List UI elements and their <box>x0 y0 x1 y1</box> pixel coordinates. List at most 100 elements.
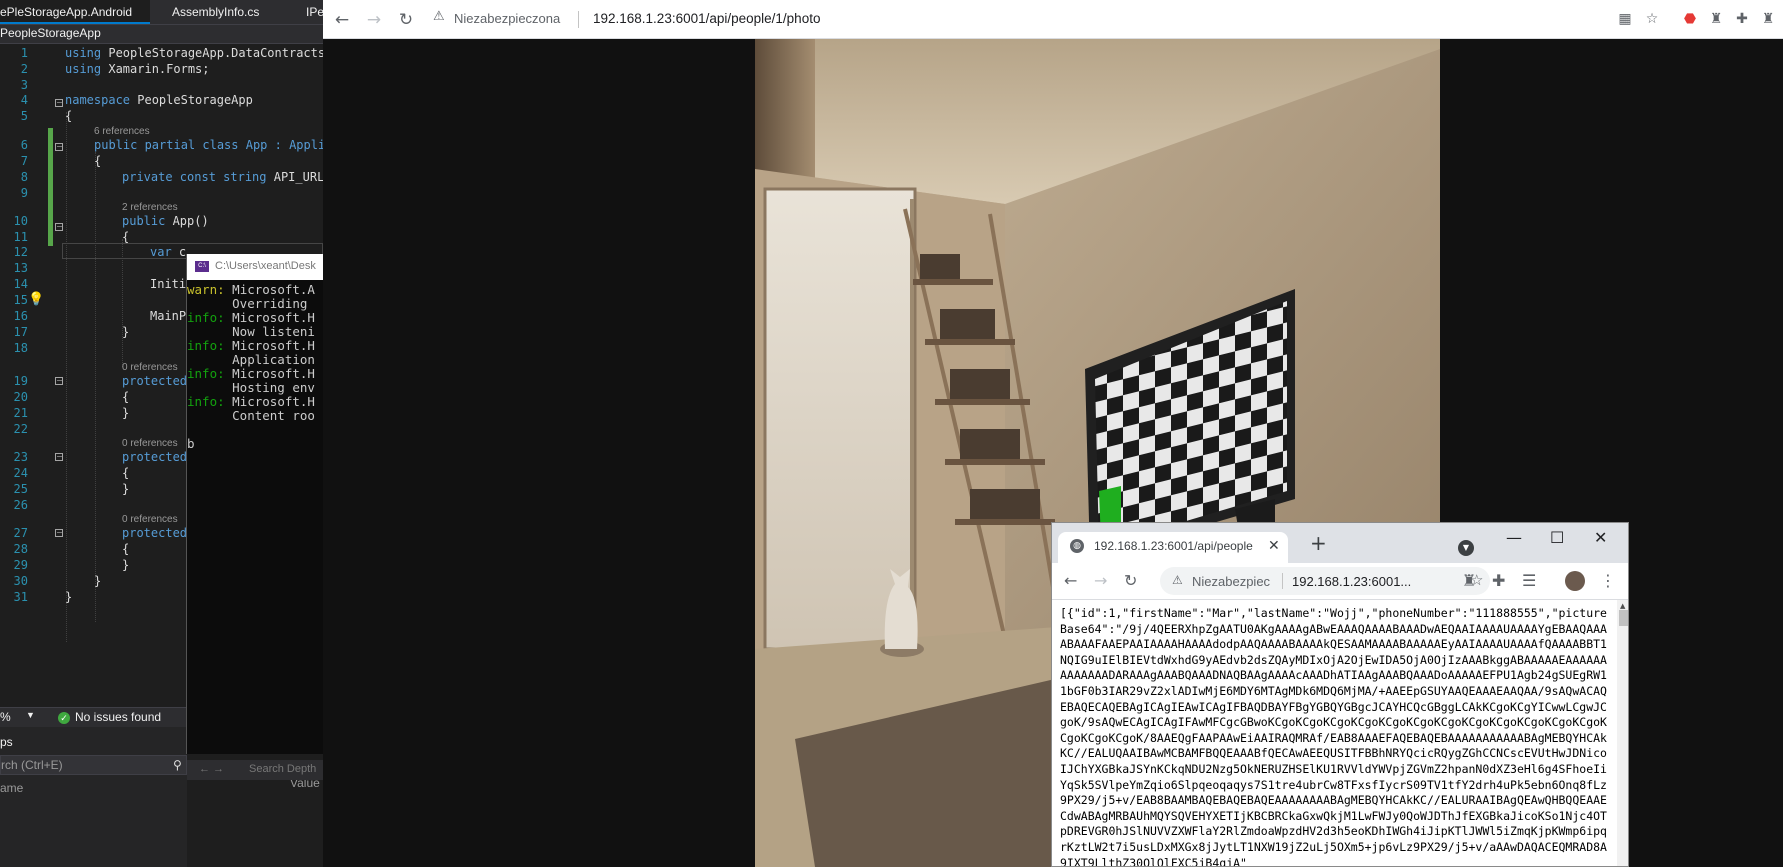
tab-android-project[interactable]: ePleStorageApp.Android <box>0 0 150 24</box>
fold-marker[interactable]: − <box>55 143 63 151</box>
tab-api-people[interactable]: ◍ 192.168.1.23:6001/api/people ✕ <box>1058 532 1288 563</box>
console-window[interactable]: C:\ C:\Users\xeant\Desk warn: Microsoft.… <box>186 254 324 780</box>
search-input[interactable]: rch (Ctrl+E) ⚲ <box>0 755 187 775</box>
line-number: 8 <box>20 170 28 184</box>
fold-marker[interactable]: − <box>55 223 63 231</box>
code-line-12: var c <box>150 245 186 259</box>
codelens-references[interactable]: 0 references <box>122 514 178 525</box>
code-line-11: { <box>122 230 130 244</box>
json-response-view[interactable]: [{"id":1,"firstName":"Mar","lastName":"W… <box>1052 600 1628 866</box>
codelens-references[interactable]: 0 references <box>122 438 178 449</box>
chevron-down-icon[interactable]: ▼ <box>26 710 35 720</box>
bookmark-star-icon[interactable]: ☆ <box>1643 11 1661 27</box>
browser-toolbar: ← → ↻ ⚠ Niezabezpieczona 192.168.1.23:60… <box>323 0 1783 39</box>
issues-status[interactable]: No issues found <box>75 710 161 724</box>
reload-button[interactable]: ↻ <box>395 9 417 31</box>
castle-extension-icon[interactable]: ♜ <box>1707 11 1725 27</box>
code-line-7: { <box>94 154 102 168</box>
code-line-21: } <box>122 406 130 420</box>
reload-button[interactable]: ↻ <box>1124 571 1137 590</box>
warning-icon[interactable]: ⚠ <box>1172 573 1183 587</box>
search-icon[interactable]: ⚲ <box>173 758 182 772</box>
log-level: info: <box>187 366 225 381</box>
tab-ipeople[interactable]: IPe <box>306 0 323 24</box>
line-number: 15 <box>13 293 28 307</box>
zoom-level[interactable]: % <box>0 710 11 724</box>
scrollbar[interactable]: ▲ <box>1617 600 1628 866</box>
console-title-bar[interactable]: C:\ C:\Users\xeant\Desk <box>187 254 324 280</box>
console-line: info: Microsoft.H <box>187 310 315 325</box>
forward-button[interactable]: → <box>363 9 385 31</box>
back-button[interactable]: ← <box>1064 571 1077 590</box>
globe-icon: ◍ <box>1070 539 1084 553</box>
scroll-up-icon[interactable]: ▲ <box>1620 602 1625 610</box>
tab-label: IPe <box>306 5 323 19</box>
check-circle-icon: ✓ <box>58 712 70 724</box>
address-bar[interactable]: ⚠ Niezabezpiec 192.168.1.23:6001... ☆ <box>1160 567 1490 595</box>
url-text[interactable]: 192.168.1.23:6001... <box>1292 574 1411 589</box>
line-number: 6 <box>20 138 28 152</box>
code-text: API_URL <box>266 170 323 184</box>
qr-code-icon[interactable]: ▦ <box>1616 11 1634 27</box>
project-dropdown[interactable]: PeopleStorageApp <box>0 26 101 40</box>
extension-icon[interactable]: ♜ <box>1759 11 1777 27</box>
tab-assemblyinfo[interactable]: AssemblyInfo.cs <box>172 0 272 24</box>
code-line-6: public partial class App : Applic <box>94 138 323 152</box>
keyword: using <box>65 62 102 76</box>
console-cursor: b <box>187 436 195 451</box>
fold-marker[interactable]: − <box>55 377 63 385</box>
code-line-2: using Xamarin.Forms; <box>65 62 210 76</box>
codelens-references[interactable]: 2 references <box>122 202 178 213</box>
maximize-button[interactable]: ☐ <box>1550 528 1564 547</box>
adblock-extension-icon[interactable]: ⬣ <box>1681 11 1699 27</box>
tab-label: ePleStorageApp.Android <box>0 5 133 19</box>
line-number: 28 <box>13 542 28 556</box>
profile-avatar[interactable] <box>1565 571 1585 591</box>
nav-arrows-icon[interactable]: ← → <box>199 763 224 775</box>
media-control-icon[interactable]: ☰ <box>1522 571 1536 590</box>
line-number: 26 <box>13 498 28 512</box>
new-tab-button[interactable]: + <box>1310 531 1327 555</box>
divider <box>1282 573 1283 589</box>
castle-extension-icon[interactable]: ♜ <box>1462 571 1476 590</box>
code-line-30: } <box>94 574 102 588</box>
address-bar[interactable]: ⚠ Niezabezpieczona 192.168.1.23:6001/api… <box>433 5 1743 34</box>
console-line: warn: Microsoft.A <box>187 282 315 297</box>
close-tab-icon[interactable]: ✕ <box>1268 538 1280 554</box>
scrollbar-thumb[interactable] <box>1619 610 1628 626</box>
warning-icon[interactable]: ⚠ <box>433 9 445 24</box>
url-text[interactable]: 192.168.1.23:6001/api/people/1/photo <box>593 11 820 26</box>
lightbulb-icon[interactable]: 💡 <box>28 292 44 307</box>
fold-marker[interactable]: − <box>55 99 63 107</box>
minimize-button[interactable]: — <box>1506 528 1522 547</box>
log-text: Hosting env <box>187 380 315 395</box>
log-level: info: <box>187 310 225 325</box>
line-number: 23 <box>13 450 28 464</box>
fold-marker[interactable]: − <box>55 529 63 537</box>
security-label[interactable]: Niezabezpieczona <box>454 11 560 26</box>
line-number: 1 <box>20 46 28 60</box>
navigation-bar[interactable]: PeopleStorageApp <box>0 24 323 44</box>
code-line-24: { <box>122 466 130 480</box>
code-line-1: using PeopleStorageApp.DataContracts; <box>65 46 323 60</box>
log-text: Overriding <box>187 296 308 311</box>
browser-window-2[interactable]: ◍ 192.168.1.23:6001/api/people ✕ + ▼ — ☐… <box>1051 522 1629 867</box>
security-label[interactable]: Niezabezpiec <box>1192 574 1270 589</box>
tab-label: AssemblyInfo.cs <box>172 5 260 19</box>
fold-marker[interactable]: − <box>55 453 63 461</box>
forward-button[interactable]: → <box>1094 571 1107 590</box>
extensions-puzzle-icon[interactable]: ✚ <box>1492 571 1505 590</box>
column-header-name[interactable]: ame <box>0 781 23 795</box>
search-placeholder: rch (Ctrl+E) <box>1 758 63 772</box>
codelens-references[interactable]: 0 references <box>122 362 178 373</box>
line-number: 25 <box>13 482 28 496</box>
back-button[interactable]: ← <box>331 9 353 31</box>
close-window-button[interactable]: ✕ <box>1594 528 1607 547</box>
code-text: PeopleStorageApp <box>130 93 253 107</box>
code-line-8: private const string API_URL <box>122 170 323 184</box>
codelens-references[interactable]: 6 references <box>94 126 150 137</box>
search-depth-label[interactable]: Search Depth <box>249 763 316 775</box>
tab-search-icon[interactable]: ▼ <box>1458 540 1474 556</box>
extensions-puzzle-icon[interactable]: ✚ <box>1733 11 1751 27</box>
menu-kebab-icon[interactable]: ⋮ <box>1600 571 1616 590</box>
